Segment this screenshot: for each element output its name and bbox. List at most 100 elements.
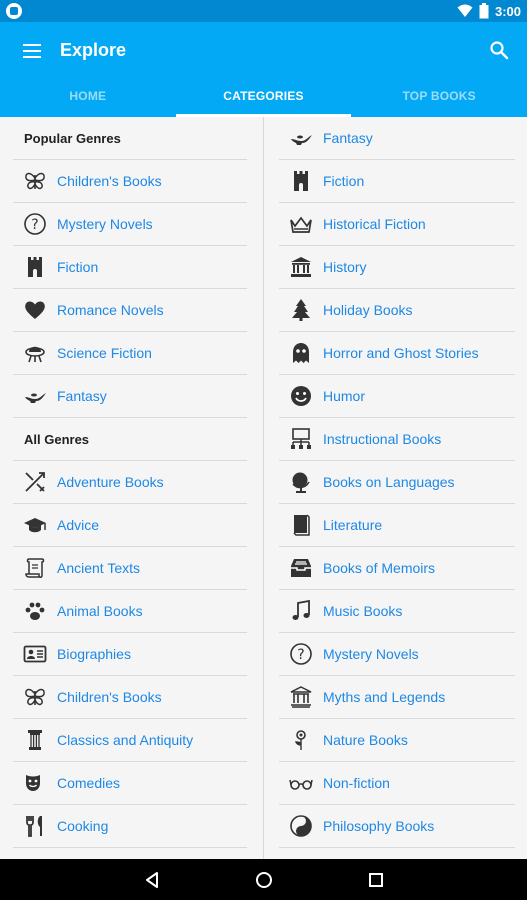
scroll-icon xyxy=(23,554,47,582)
tab-categories[interactable]: CATEGORIES xyxy=(175,79,352,117)
category-item[interactable]: Non-fiction xyxy=(279,762,515,805)
crown-icon xyxy=(289,210,313,238)
category-item[interactable]: Cooking xyxy=(13,805,247,848)
category-item[interactable]: Children's Books xyxy=(13,676,247,719)
category-label: Philosophy Books xyxy=(323,818,435,834)
category-item[interactable]: Children's Books xyxy=(13,160,247,203)
category-label: Humor xyxy=(323,388,366,404)
category-label: Myths and Legends xyxy=(323,689,446,705)
category-label: Books of Memoirs xyxy=(323,560,436,576)
category-label: Science Fiction xyxy=(57,345,152,361)
tab-home[interactable]: HOME xyxy=(0,79,176,117)
category-item[interactable]: Ancient Texts xyxy=(13,547,247,590)
category-item[interactable]: Advice xyxy=(13,504,247,547)
category-item[interactable]: Holiday Books xyxy=(279,289,515,332)
category-label: Comedies xyxy=(57,775,121,791)
category-item[interactable]: Fantasy xyxy=(279,117,515,160)
lamp-icon xyxy=(289,124,313,152)
fork-knife-icon xyxy=(23,812,47,840)
category-item[interactable]: Adventure Books xyxy=(13,461,247,504)
category-label: Fantasy xyxy=(323,130,373,146)
category-label: Ancient Texts xyxy=(57,560,141,576)
temple-icon xyxy=(289,683,313,711)
category-label: Music Books xyxy=(323,603,403,619)
navigation-bar xyxy=(0,859,527,900)
category-label: Animal Books xyxy=(57,603,143,619)
ghost-icon xyxy=(289,339,313,367)
svg-text:?: ? xyxy=(297,647,304,663)
category-item[interactable]: Historical Fiction xyxy=(279,203,515,246)
music-note-icon xyxy=(289,597,313,625)
category-label: Books on Languages xyxy=(323,474,455,490)
svg-text:?: ? xyxy=(31,217,38,233)
back-button[interactable] xyxy=(139,867,165,893)
status-time: 3:00 xyxy=(494,3,521,19)
lamp-icon xyxy=(23,382,47,410)
category-label: Romance Novels xyxy=(57,302,164,318)
column-divider xyxy=(263,117,264,859)
category-item[interactable]: Myths and Legends xyxy=(279,676,515,719)
menu-button[interactable] xyxy=(20,39,44,63)
category-item[interactable]: Comedies xyxy=(13,762,247,805)
presentation-icon xyxy=(289,425,313,453)
category-item[interactable]: Books of Memoirs xyxy=(279,547,515,590)
category-label: Mystery Novels xyxy=(323,646,419,662)
category-item[interactable]: Humor xyxy=(279,375,515,418)
category-item[interactable]: Fiction xyxy=(13,246,247,289)
battery-icon xyxy=(479,3,489,19)
tree-icon xyxy=(289,296,313,324)
category-item[interactable]: ? Mystery Novels xyxy=(13,203,247,246)
status-bar: 3:00 xyxy=(0,0,527,22)
yin-yang-icon xyxy=(289,812,313,840)
category-label: Classics and Antiquity xyxy=(57,732,194,748)
category-label: Instructional Books xyxy=(323,431,442,447)
alien-icon xyxy=(23,339,47,367)
question-icon: ? xyxy=(289,640,313,668)
category-label: Advice xyxy=(57,517,100,533)
category-label: Historical Fiction xyxy=(323,216,426,232)
tab-bar: HOME CATEGORIES TOP BOOKS xyxy=(0,79,527,117)
theater-masks-icon xyxy=(23,769,47,797)
tab-top-books[interactable]: TOP BOOKS xyxy=(351,79,527,117)
inbox-icon xyxy=(289,554,313,582)
category-item[interactable]: ? Mystery Novels xyxy=(279,633,515,676)
category-item[interactable]: Romance Novels xyxy=(13,289,247,332)
category-label: Biographies xyxy=(57,646,131,662)
glasses-icon xyxy=(289,769,313,797)
category-label: Holiday Books xyxy=(323,302,413,318)
category-label: Mystery Novels xyxy=(57,216,153,232)
category-item[interactable]: Music Books xyxy=(279,590,515,633)
category-label: Children's Books xyxy=(57,173,162,189)
book-icon xyxy=(289,511,313,539)
back-icon xyxy=(146,872,158,888)
category-item[interactable]: Horror and Ghost Stories xyxy=(279,332,515,375)
search-icon xyxy=(490,41,509,60)
category-label: Children's Books xyxy=(57,689,162,705)
category-label: Non-fiction xyxy=(323,775,390,791)
category-item[interactable]: Fantasy xyxy=(13,375,247,418)
home-circle-icon xyxy=(256,872,272,888)
category-item[interactable]: Books on Languages xyxy=(279,461,515,504)
category-item[interactable]: Instructional Books xyxy=(279,418,515,461)
flower-icon xyxy=(289,726,313,754)
tower-icon xyxy=(23,253,47,281)
category-item[interactable]: Animal Books xyxy=(13,590,247,633)
category-item[interactable]: Science Fiction xyxy=(13,332,247,375)
app-bar: Explore HOME CATEGORIES TOP BOOKS xyxy=(0,22,527,117)
search-button[interactable] xyxy=(487,38,511,62)
globe-icon xyxy=(289,468,313,496)
category-item[interactable]: Philosophy Books xyxy=(279,805,515,848)
category-item[interactable]: Biographies xyxy=(13,633,247,676)
category-item[interactable]: Classics and Antiquity xyxy=(13,719,247,762)
museum-icon xyxy=(289,253,313,281)
recents-button[interactable] xyxy=(363,867,389,893)
home-button[interactable] xyxy=(251,867,277,893)
category-item[interactable]: Literature xyxy=(279,504,515,547)
popular-genres-header: Popular Genres xyxy=(13,117,247,160)
column-icon xyxy=(23,726,47,754)
category-label: Literature xyxy=(323,517,383,533)
category-item[interactable]: Fiction xyxy=(279,160,515,203)
category-item[interactable]: History xyxy=(279,246,515,289)
question-icon: ? xyxy=(23,210,47,238)
category-item[interactable]: Nature Books xyxy=(279,719,515,762)
